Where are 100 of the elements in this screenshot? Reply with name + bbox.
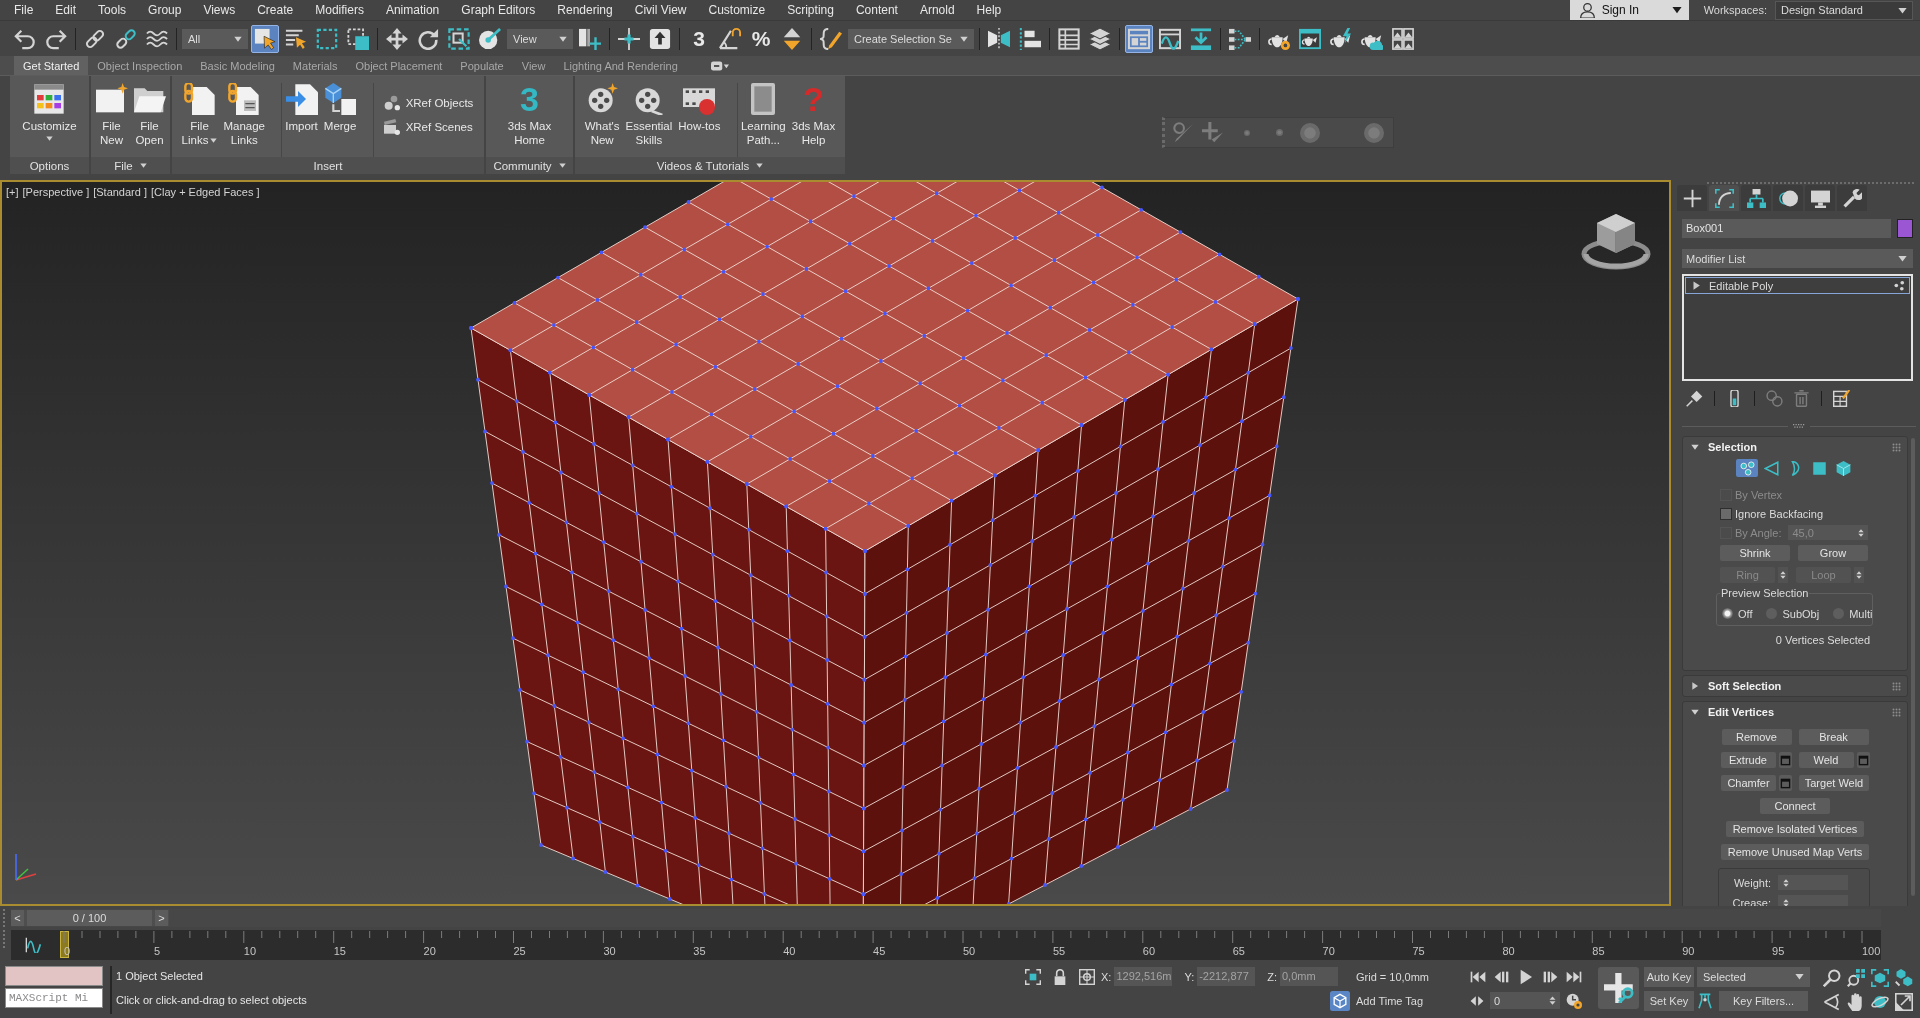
edit-vertices-button[interactable]: Remove Unused Map Verts: [1720, 844, 1870, 860]
ribbon-tab[interactable]: Get Started: [14, 56, 89, 75]
toggle-ribbon-button[interactable]: [1124, 24, 1153, 53]
step-spinner-field[interactable]: [1854, 567, 1864, 583]
menu-item[interactable]: Animation: [374, 0, 451, 20]
menu-item[interactable]: File: [3, 0, 45, 20]
maxscript-mini-field[interactable]: MAXScript Mi: [5, 988, 103, 1008]
checkbox[interactable]: [1720, 507, 1732, 520]
perspective-viewport[interactable]: [+] [Perspective ] [Standard ] [Clay + Edged Faces ]: [0, 180, 1671, 906]
settings-button[interactable]: [1779, 775, 1792, 791]
display-panel-tab[interactable]: [1805, 185, 1835, 211]
snaps-button[interactable]: 3: [685, 24, 713, 53]
ribbon-tab[interactable]: Basic Modeling: [191, 56, 284, 75]
caret-right-icon[interactable]: [1692, 281, 1701, 290]
ribbon-tab[interactable]: Object Placement: [346, 56, 452, 75]
modifier-list-dropdown[interactable]: Modifier List: [1682, 249, 1913, 268]
key-set-dropdown[interactable]: Selected: [1697, 966, 1810, 987]
current-frame-field[interactable]: 0: [1490, 992, 1560, 1009]
menu-item[interactable]: Create: [246, 0, 305, 20]
extents-cubes-icon[interactable]: [1895, 969, 1913, 987]
edit-vertices-button[interactable]: Target Weld: [1799, 775, 1869, 791]
brush-size-dot-icon[interactable]: [1276, 129, 1283, 136]
brush-size-dot-icon[interactable]: [1300, 122, 1320, 143]
learning-path-button[interactable]: Learning Path...: [739, 83, 787, 157]
field-of-view-icon[interactable]: [1823, 993, 1841, 1011]
brush-size-dot-icon[interactable]: [1244, 129, 1250, 136]
file-links-button[interactable]: File Links: [180, 83, 219, 157]
essential-skills-button[interactable]: Essential Skills: [624, 83, 674, 157]
max-home-button[interactable]: 3 3ds Max Home: [506, 83, 553, 157]
ribbon-tab[interactable]: View: [512, 56, 555, 75]
toolbar-dropdown[interactable]: All: [182, 28, 248, 49]
orbit-icon[interactable]: [1871, 993, 1889, 1011]
utilities-panel-tab[interactable]: [1837, 185, 1867, 211]
motion-panel-tab[interactable]: [1773, 185, 1803, 211]
workspace-dropdown[interactable]: Design Standard: [1775, 0, 1913, 20]
previous-frame-button[interactable]: <: [11, 910, 24, 926]
settings-button[interactable]: [1778, 752, 1792, 768]
xref-objects-button[interactable]: XRef Objects: [383, 95, 474, 111]
spinner-field[interactable]: [1778, 895, 1848, 906]
modifier-stack-item[interactable]: Editable Poly: [1685, 277, 1910, 294]
set-key-button[interactable]: Set Key: [1644, 990, 1694, 1011]
swatch-icon[interactable]: [1897, 219, 1913, 238]
menu-item[interactable]: Graph Editors: [450, 0, 547, 20]
ribbon-tab[interactable]: Materials: [283, 56, 347, 75]
add-time-tag-button[interactable]: Add Time Tag: [1330, 990, 1424, 1011]
ribbon-tab[interactable]: Populate: [451, 56, 513, 75]
menu-item[interactable]: Scripting: [776, 0, 845, 20]
brush-size-dot-icon[interactable]: [1364, 122, 1384, 143]
magnifier-grid-icon[interactable]: [1847, 969, 1865, 987]
coordinate-field[interactable]: -2212,877: [1197, 967, 1256, 986]
ribbon-group-title[interactable]: Videos & Tutorials: [575, 157, 845, 174]
isolate-frame-icon[interactable]: [1025, 968, 1041, 985]
ribbon-tab[interactable]: Object Inspection: [88, 56, 192, 75]
edit-vertices-button[interactable]: Connect: [1760, 798, 1830, 814]
merge-button[interactable]: Merge: [322, 83, 358, 157]
next-frame-button[interactable]: >: [155, 910, 168, 926]
viewport-label-menu[interactable]: [Standard ]: [93, 186, 147, 198]
radio-button[interactable]: [1722, 608, 1733, 619]
maxscript-listener-field[interactable]: [5, 966, 103, 986]
menu-item[interactable]: Arnold: [908, 0, 966, 20]
menu-item[interactable]: Modifiers: [304, 0, 375, 20]
viewport-label-menu[interactable]: [+]: [6, 186, 19, 198]
manage-links-button[interactable]: Manage Links: [222, 83, 266, 157]
rollout-header[interactable]: Selection: [1683, 437, 1907, 457]
figure-icon[interactable]: [1697, 992, 1713, 1009]
vertex-level-button[interactable]: [1736, 459, 1758, 477]
xref-scenes-button[interactable]: XRef Scenes: [383, 119, 474, 135]
select-object-button[interactable]: [251, 24, 279, 53]
menu-item[interactable]: Rendering: [546, 0, 624, 20]
ribbon-group-title[interactable]: File: [91, 157, 170, 174]
menu-item[interactable]: Civil View: [623, 0, 698, 20]
extents-cube-icon[interactable]: [1871, 969, 1889, 987]
crosshair-box-icon[interactable]: [1079, 968, 1095, 985]
how-tos-button[interactable]: How-tos: [677, 83, 722, 157]
whats-new-button[interactable]: What's New: [583, 83, 621, 157]
percent-snap-button[interactable]: %: [747, 24, 775, 53]
time-slider-thumb[interactable]: < 0 / 100 >: [11, 910, 169, 926]
create-panel-tab[interactable]: [1677, 185, 1707, 211]
edit-vertices-button[interactable]: Extrude: [1720, 752, 1776, 768]
menu-item[interactable]: Edit: [44, 0, 88, 20]
edit-vertices-button[interactable]: Chamfer: [1721, 775, 1776, 791]
spinner-field[interactable]: [1778, 875, 1848, 890]
key-filters-button[interactable]: Key Filters...: [1719, 990, 1808, 1011]
object-name-field[interactable]: Box001: [1682, 219, 1891, 238]
curve-icon[interactable]: [25, 937, 41, 953]
coordinate-field[interactable]: 1292,516m: [1114, 967, 1173, 986]
selection-button[interactable]: Shrink: [1720, 545, 1790, 561]
edit-vertices-button[interactable]: Remove Isolated Vertices: [1725, 821, 1865, 837]
auto-key-button[interactable]: Auto Key: [1644, 966, 1694, 987]
hand-icon[interactable]: [1847, 993, 1865, 1011]
file-open-button[interactable]: File Open: [132, 83, 167, 157]
sign-in-dropdown[interactable]: Sign In: [1569, 0, 1689, 20]
edit-vertices-button[interactable]: Weld: [1798, 752, 1854, 768]
toolbar-dropdown[interactable]: View: [507, 28, 573, 49]
edit-vertices-button[interactable]: Remove: [1721, 729, 1792, 745]
viewport-label-menu[interactable]: [Perspective ]: [22, 186, 90, 198]
menu-item[interactable]: Group: [137, 0, 193, 20]
viewport-label-menu[interactable]: [Clay + Edged Faces ]: [151, 186, 260, 198]
menu-item[interactable]: Tools: [87, 0, 138, 20]
customize-button[interactable]: Customize: [21, 83, 78, 157]
